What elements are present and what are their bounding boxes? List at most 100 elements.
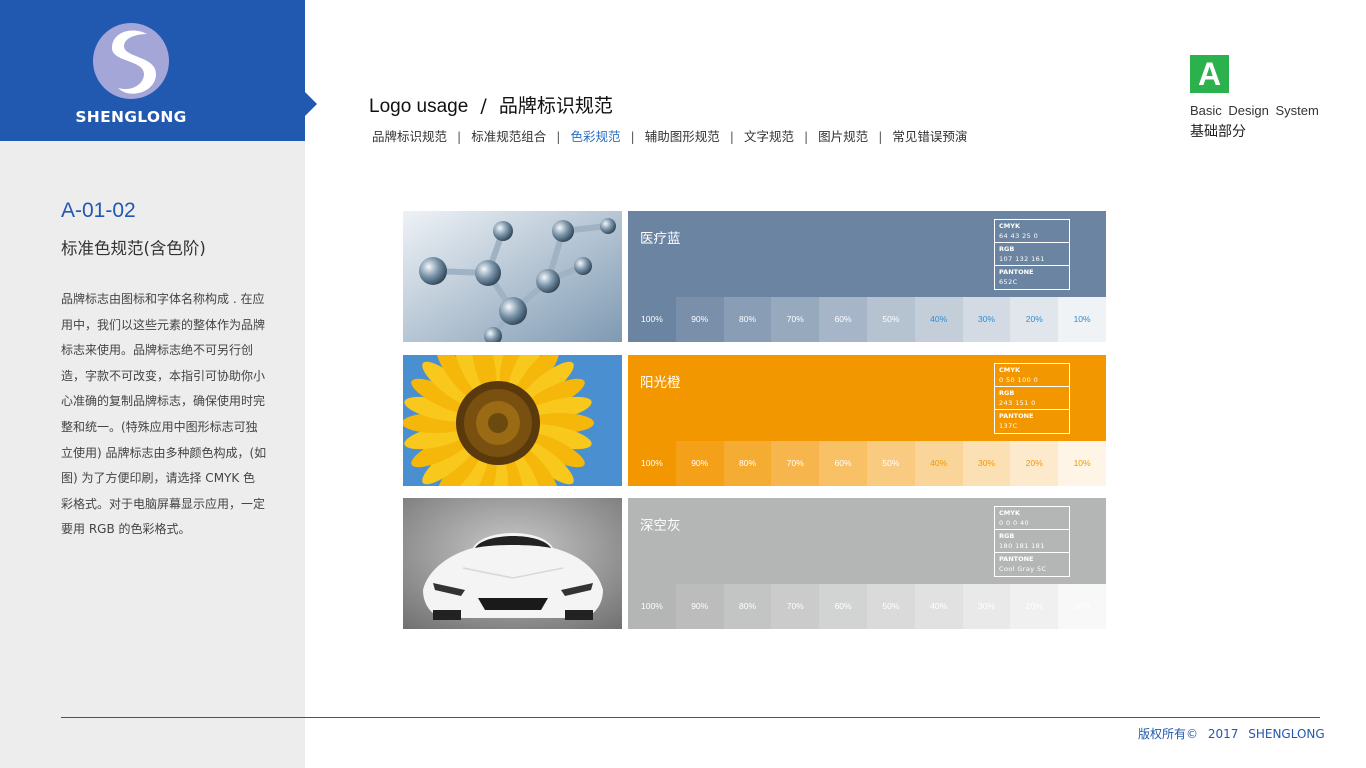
color-swatch-main: 医疗蓝 CMYK 64 43 25 0 RGB 107 132 161 PANTONE 65… — [628, 211, 1106, 297]
spec-cmyk: CMYK 0 0 0 40 — [995, 507, 1069, 530]
tint-70: 70% — [771, 441, 820, 486]
tint-30: 30% — [962, 297, 1011, 342]
page-title: Logo usage / 品牌标识规范 — [369, 91, 613, 118]
spec-rgb-label: RGB — [999, 389, 1015, 397]
spec-cmyk-label: CMYK — [999, 222, 1020, 230]
brand-header: SHENGLONG — [0, 0, 305, 141]
color-name: 深空灰 — [640, 518, 681, 534]
spec-cmyk-label: CMYK — [999, 509, 1020, 517]
spec-cmyk-value: 0 0 0 40 — [999, 519, 1030, 527]
spec-cmyk: CMYK 64 43 25 0 — [995, 220, 1069, 243]
nav-separator: | — [729, 129, 734, 144]
badge-label-cn: 基础部分 — [1190, 124, 1246, 140]
nav-item-3[interactable]: 辅助图形规范 — [645, 126, 720, 145]
nav-separator: | — [878, 129, 883, 144]
tint-60: 60% — [819, 584, 867, 629]
tint-90: 90% — [675, 297, 724, 342]
spec-cmyk-label: CMYK — [999, 366, 1020, 374]
nav-item-0[interactable]: 品牌标识规范 — [372, 126, 447, 145]
molecule-image — [403, 211, 622, 342]
spec-rgb-value: 243 151 0 — [999, 399, 1036, 407]
tint-70: 70% — [771, 297, 820, 342]
tint-80: 80% — [723, 297, 772, 342]
spec-pantone-value: Cool Gray 5C — [999, 565, 1047, 573]
footer-divider — [61, 717, 1320, 718]
color-spec-box: CMYK 0 0 0 40 RGB 180 181 181 PANTONE Cool Gr… — [994, 506, 1070, 577]
color-name: 阳光橙 — [640, 375, 681, 391]
brand-arrow — [305, 92, 317, 116]
shenglong-logo-icon — [93, 23, 169, 99]
tint-80: 80% — [723, 441, 772, 486]
nav-separator: | — [803, 129, 809, 144]
spec-pantone-label: PANTONE — [999, 412, 1034, 420]
tint-40: 40% — [914, 584, 963, 629]
nav-separator: | — [556, 129, 561, 144]
tint-90: 90% — [675, 584, 724, 629]
footer-copyright: 版权所有© — [1138, 727, 1199, 741]
tint-90: 90% — [675, 441, 724, 486]
section-badge: A — [1190, 55, 1229, 93]
spec-pantone: PANTONE Cool Gray 5C — [995, 553, 1069, 576]
spec-pantone: PANTONE 137C — [995, 410, 1069, 433]
spec-rgb-value: 180 181 181 — [999, 542, 1045, 550]
nav-item-6[interactable]: 常见错误预演 — [892, 126, 967, 145]
nav-item-1[interactable]: 标准规范组合 — [471, 126, 546, 145]
spec-cmyk-value: 0 50 100 0 — [999, 376, 1039, 384]
tint-60: 60% — [819, 297, 867, 342]
section-code: A-01-02 — [61, 199, 136, 222]
tint-scale: 100% 90% 80% 70% 60% 50% 40% 30% 20% 10% — [628, 584, 1106, 629]
tint-scale: 100% 90% 80% 70% 60% 50% 40% 30% 20% 10% — [628, 441, 1106, 486]
tint-50: 50% — [866, 441, 915, 486]
tint-30: 30% — [962, 441, 1011, 486]
spec-rgb: RGB 180 181 181 — [995, 530, 1069, 553]
tint-100: 100% — [628, 584, 676, 629]
color-panel: 阳光橙 CMYK 0 50 100 0 RGB 243 151 0 PANTONE 137C… — [628, 355, 1106, 486]
spec-cmyk: CMYK 0 50 100 0 — [995, 364, 1069, 387]
spec-rgb-label: RGB — [999, 245, 1015, 253]
spec-cmyk-value: 64 43 25 0 — [999, 232, 1039, 240]
nav-item-4[interactable]: 文字规范 — [744, 126, 794, 145]
color-spec-box: CMYK 64 43 25 0 RGB 107 132 161 PANTONE 652C — [994, 219, 1070, 290]
sunflower-image — [403, 355, 622, 486]
tint-20: 20% — [1010, 297, 1059, 342]
color-row: 阳光橙 CMYK 0 50 100 0 RGB 243 151 0 PANTONE 137C… — [403, 355, 1106, 486]
nav-separator: | — [630, 129, 635, 144]
color-row: 深空灰 CMYK 0 0 0 40 RGB 180 181 181 PANTONE Cool… — [403, 498, 1106, 629]
spec-pantone-value: 137C — [999, 422, 1018, 430]
tint-30: 30% — [962, 584, 1011, 629]
color-row: 医疗蓝 CMYK 64 43 25 0 RGB 107 132 161 PANTONE 65… — [403, 211, 1106, 342]
page-title-separator: / — [480, 95, 487, 117]
badge-label-en: Basic Design System — [1190, 103, 1319, 118]
tint-20: 20% — [1010, 441, 1059, 486]
color-panel: 医疗蓝 CMYK 64 43 25 0 RGB 107 132 161 PANTONE 65… — [628, 211, 1106, 342]
tint-40: 40% — [914, 441, 963, 486]
tint-50: 50% — [866, 297, 915, 342]
tint-10: 10% — [1058, 584, 1106, 629]
color-swatch-main: 阳光橙 CMYK 0 50 100 0 RGB 243 151 0 PANTONE 137C — [628, 355, 1106, 441]
color-swatch-main: 深空灰 CMYK 0 0 0 40 RGB 180 181 181 PANTONE Cool… — [628, 498, 1106, 584]
tint-20: 20% — [1010, 584, 1059, 629]
spec-rgb-value: 107 132 161 — [999, 255, 1045, 263]
tint-70: 70% — [771, 584, 820, 629]
page-title-en: Logo usage — [369, 96, 469, 117]
spec-pantone-label: PANTONE — [999, 268, 1034, 276]
section-description: 品牌标志由图标和字体名称构成 . 在应用中，我们以这些元素的整体作为品牌标志来使… — [61, 292, 267, 537]
tint-60: 60% — [819, 441, 867, 486]
nav-separator: | — [457, 129, 462, 144]
color-spec-box: CMYK 0 50 100 0 RGB 243 151 0 PANTONE 137C — [994, 363, 1070, 434]
footer-year: 2017 — [1207, 727, 1239, 741]
nav-item-2[interactable]: 色彩规范 — [570, 126, 620, 145]
page-title-cn: 品牌标识规范 — [498, 95, 613, 117]
tint-40: 40% — [914, 297, 963, 342]
spec-pantone: PANTONE 652C — [995, 266, 1069, 289]
color-name: 医疗蓝 — [640, 231, 681, 247]
spec-pantone-value: 652C — [999, 278, 1018, 286]
brand-name: SHENGLONG — [75, 108, 187, 126]
tint-10: 10% — [1058, 441, 1106, 486]
section-nav: 品牌标识规范 | 标准规范组合 | 色彩规范 | 辅助图形规范 | 文字规范 | 图片规范 | 常见错误… — [372, 126, 967, 145]
tint-80: 80% — [723, 584, 772, 629]
tint-50: 50% — [866, 584, 915, 629]
nav-item-5[interactable]: 图片规范 — [818, 126, 868, 145]
tint-scale: 100% 90% 80% 70% 60% 50% 40% 30% 20% 10% — [628, 297, 1106, 342]
sports-car-image — [403, 498, 622, 629]
